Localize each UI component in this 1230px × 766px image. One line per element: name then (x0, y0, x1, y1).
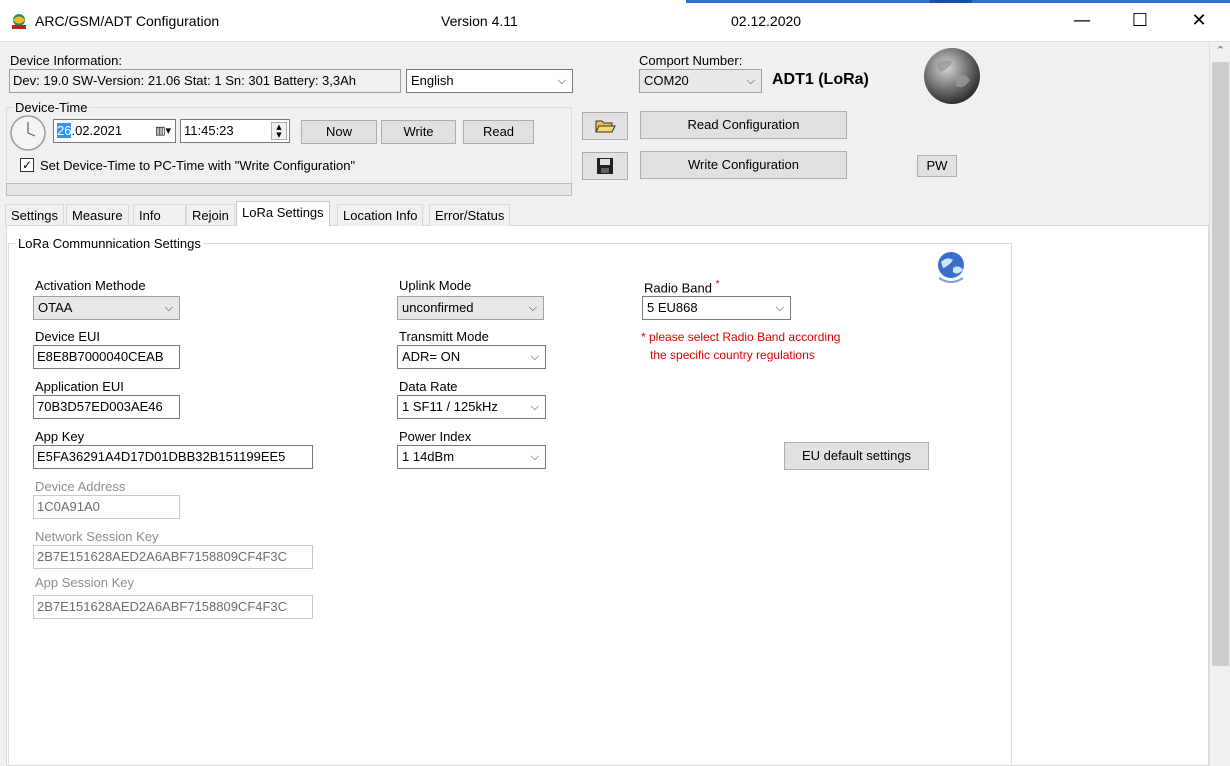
tab-info[interactable]: Info (133, 204, 186, 226)
device-info-label: Device Information: (10, 53, 122, 68)
data-rate-select[interactable]: 1 SF11 / 125kHz ⌵ (397, 395, 546, 419)
title-bar: ARC/GSM/ADT Configuration Version 4.11 0… (0, 0, 1230, 42)
power-index-select[interactable]: 1 14dBm ⌵ (397, 445, 546, 469)
language-select[interactable]: English ⌵ (406, 69, 573, 93)
chevron-down-icon: ⌵ (164, 301, 173, 314)
lora-group-title: LoRa Communnication Settings (16, 236, 203, 251)
device-time-field[interactable]: 11:45:23 ▲ ▼ (180, 119, 290, 143)
chevron-down-icon: ⌵ (530, 400, 539, 413)
title-accent-bar-dark (930, 0, 972, 3)
radio-band-label-text: Radio Band (644, 280, 712, 296)
vertical-scrollbar[interactable]: ⌃ (1209, 42, 1230, 766)
device-date-picker[interactable]: 26.02.2021 ▥▾ (53, 119, 176, 143)
radio-band-label: Radio Band * (644, 279, 719, 295)
globe-icon (924, 48, 980, 104)
tab-location-info[interactable]: Location Info (337, 204, 424, 226)
network-session-key-field: 2B7E151628AED2A6ABF7158809CF4F3C (33, 545, 313, 569)
application-eui-label: Application EUI (35, 379, 124, 394)
write-configuration-button[interactable]: Write Configuration (640, 151, 847, 179)
device-time-label: Device-Time (13, 100, 90, 115)
device-eui-field[interactable]: E8E8B7000040CEAB (33, 345, 180, 369)
chevron-down-icon: ⌵ (746, 74, 755, 87)
device-address-field: 1C0A91A0 (33, 495, 180, 519)
save-file-button[interactable] (582, 152, 628, 180)
network-globe-icon (938, 252, 964, 283)
comport-select[interactable]: COM20 ⌵ (639, 69, 762, 93)
radio-band-value: 5 EU868 (647, 300, 698, 315)
transmit-mode-select[interactable]: ADR= ON ⌵ (397, 345, 546, 369)
read-time-button[interactable]: Read (463, 120, 534, 144)
app-icon (12, 14, 26, 29)
now-button[interactable]: Now (301, 120, 377, 144)
uplink-mode-label: Uplink Mode (399, 278, 472, 293)
date-day-selection: 26 (57, 123, 72, 138)
required-star: * (715, 279, 720, 290)
radio-band-note-line1: * please select Radio Band according (641, 330, 841, 344)
scroll-up-icon[interactable]: ⌃ (1210, 44, 1230, 57)
maximize-button[interactable]: ☐ (1117, 10, 1163, 31)
chevron-down-icon: ⌵ (775, 301, 784, 314)
activation-label: Activation Methode (35, 278, 146, 293)
device-eui-label: Device EUI (35, 329, 101, 344)
activation-select[interactable]: OTAA ⌵ (33, 296, 180, 320)
write-time-button[interactable]: Write (381, 120, 456, 144)
uplink-mode-select[interactable]: unconfirmed ⌵ (397, 296, 544, 320)
radio-band-note-line2: the specific country regulations (650, 348, 815, 362)
chevron-down-icon: ⌵ (530, 450, 539, 463)
window-title: ARC/GSM/ADT Configuration (35, 13, 220, 29)
tab-measure[interactable]: Measure (66, 204, 129, 226)
device-address-label: Device Address (35, 479, 126, 494)
radio-band-select[interactable]: 5 EU868 ⌵ (642, 296, 791, 320)
date-rest: .02.2021 (71, 123, 123, 138)
data-rate-value: 1 SF11 / 125kHz (402, 399, 498, 414)
device-name: ADT1 (LoRa) (772, 71, 869, 88)
minimize-button[interactable]: — (1059, 10, 1105, 31)
transmit-mode-value: ADR= ON (402, 349, 461, 364)
sync-time-label: Set Device-Time to PC-Time with "Write C… (40, 158, 356, 173)
device-time-value: 11:45:23 (184, 123, 234, 138)
scroll-thumb[interactable] (1212, 62, 1229, 666)
time-spinner-icon[interactable]: ▲ ▼ (271, 122, 287, 140)
uplink-mode-value: unconfirmed (402, 300, 474, 315)
comport-label: Comport Number: (639, 53, 743, 68)
app-key-label: App Key (35, 429, 85, 444)
network-session-key-label: Network Session Key (35, 529, 159, 544)
tab-rejoin[interactable]: Rejoin (186, 204, 235, 226)
app-session-key-label: App Session Key (35, 575, 135, 590)
close-button[interactable]: ✕ (1176, 10, 1222, 31)
password-button[interactable]: PW (917, 155, 957, 177)
chevron-down-icon: ⌵ (528, 301, 537, 314)
app-session-key-field: 2B7E151628AED2A6ABF7158809CF4F3C (33, 595, 313, 619)
calendar-icon[interactable]: ▥▾ (155, 120, 171, 142)
window-date: 02.12.2020 (731, 13, 802, 29)
tab-settings[interactable]: Settings (5, 204, 64, 226)
activation-value: OTAA (38, 300, 73, 315)
sync-time-checkbox[interactable]: ✓ (20, 158, 34, 172)
comport-value: COM20 (644, 73, 689, 88)
chevron-down-icon: ⌵ (530, 350, 539, 363)
transmit-mode-label: Transmitt Mode (399, 329, 489, 344)
save-icon (597, 158, 613, 174)
open-file-button[interactable] (582, 112, 628, 140)
app-key-field[interactable]: E5FA36291A4D17D01DBB32B151199EE5 (33, 445, 313, 469)
power-index-label: Power Index (399, 429, 472, 444)
application-eui-field[interactable]: 70B3D57ED003AE46 (33, 395, 180, 419)
device-info-field: Dev: 19.0 SW-Version: 21.06 Stat: 1 Sn: … (9, 69, 401, 93)
chevron-down-icon: ⌵ (557, 74, 566, 87)
window-version: Version 4.11 (441, 13, 518, 29)
read-configuration-button[interactable]: Read Configuration (640, 111, 847, 139)
eu-default-settings-button[interactable]: EU default settings (784, 442, 929, 470)
tab-error-status[interactable]: Error/Status (429, 204, 511, 226)
data-rate-label: Data Rate (399, 379, 458, 394)
progress-bar (6, 183, 572, 196)
language-value: English (411, 73, 454, 88)
clock-icon (10, 115, 46, 151)
folder-open-icon (595, 120, 616, 133)
tab-lora-settings[interactable]: LoRa Settings (236, 201, 330, 226)
power-index-value: 1 14dBm (402, 449, 455, 464)
